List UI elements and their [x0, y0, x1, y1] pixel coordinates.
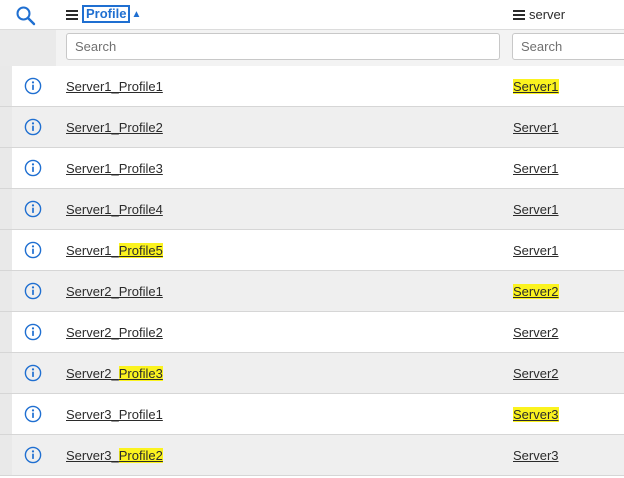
profile-name-text: Server3_Profile1 — [66, 407, 163, 422]
profile-link[interactable]: Server1_Profile5 — [66, 243, 163, 258]
server-link[interactable]: Server1 — [513, 79, 559, 94]
row-gutter — [0, 353, 12, 393]
server-link[interactable]: Server1 — [513, 202, 559, 217]
info-icon[interactable] — [24, 405, 42, 423]
server-search-input[interactable] — [512, 33, 624, 60]
profile-name-text: Server2_Profile1 — [66, 284, 163, 299]
info-icon[interactable] — [24, 200, 42, 218]
profile-link[interactable]: Server3_Profile1 — [66, 407, 163, 422]
table-row: Server1_Profile2 Server1 — [0, 107, 624, 148]
row-gutter — [0, 435, 12, 475]
sort-ascending-icon[interactable]: ▲ — [131, 9, 141, 20]
table-row: Server1_Profile1 Server1 — [0, 66, 624, 107]
profile-name-text: Server3_ — [66, 448, 119, 463]
profile-search-input[interactable] — [66, 33, 500, 60]
profile-name-text: Server1_Profile2 — [66, 120, 163, 135]
profile-name-highlight: Profile5 — [118, 243, 163, 258]
profile-column-header[interactable]: Profile ▲ — [66, 5, 141, 23]
filter-gutter — [0, 30, 56, 66]
info-icon[interactable] — [24, 282, 42, 300]
hamburger-icon[interactable] — [66, 9, 78, 20]
info-icon[interactable] — [24, 446, 42, 464]
server-link[interactable]: Server3 — [513, 448, 559, 463]
info-icon[interactable] — [24, 159, 42, 177]
profile-link[interactable]: Server1_Profile4 — [66, 202, 163, 217]
row-gutter — [0, 189, 12, 229]
table-row: Server2_Profile2 Server2 — [0, 312, 624, 353]
profile-list: Profile ▲ server Server1_Profile1Server1… — [0, 0, 624, 478]
info-icon[interactable] — [24, 118, 42, 136]
profile-link[interactable]: Server1_Profile2 — [66, 120, 163, 135]
profile-name-highlight: Profile3 — [118, 366, 163, 381]
row-gutter — [0, 394, 12, 434]
profile-name-text: Server1_Profile3 — [66, 161, 163, 176]
server-link[interactable]: Server1 — [513, 243, 559, 258]
profile-name-text: Server1_Profile4 — [66, 202, 163, 217]
column-header-row: Profile ▲ server — [0, 0, 624, 30]
profile-column-label[interactable]: Profile — [82, 5, 131, 23]
row-gutter — [0, 312, 12, 352]
profile-name-text: Server2_ — [66, 366, 119, 381]
server-link[interactable]: Server1 — [513, 161, 559, 176]
server-link[interactable]: Server2 — [513, 325, 559, 340]
profile-name-text: Server1_ — [66, 243, 119, 258]
server-column-label[interactable]: server — [529, 7, 565, 22]
profile-link[interactable]: Server2_Profile3 — [66, 366, 163, 381]
row-gutter — [0, 271, 12, 311]
profile-link[interactable]: Server1_Profile3 — [66, 161, 163, 176]
profile-link[interactable]: Server1_Profile1 — [66, 79, 163, 94]
profile-name-highlight: Profile2 — [118, 448, 163, 463]
table-row: Server2_Profile1 Server2 — [0, 271, 624, 312]
table-body: Server1_Profile1 Server1 Server1_Profile2 S… — [0, 66, 624, 476]
profile-link[interactable]: Server2_Profile2 — [66, 325, 163, 340]
profile-name-text: Server2_Profile2 — [66, 325, 163, 340]
hamburger-icon[interactable] — [513, 9, 525, 20]
row-gutter — [0, 230, 12, 270]
table-row: Server2_Profile3 Server2 — [0, 353, 624, 394]
search-icon[interactable] — [14, 4, 38, 28]
profile-name-text: Server1_Profile1 — [66, 79, 163, 94]
info-icon[interactable] — [24, 323, 42, 341]
table-row: Server1_Profile3 Server1 — [0, 148, 624, 189]
filter-row — [0, 30, 624, 67]
table-row: Server1_Profile4 Server1 — [0, 189, 624, 230]
row-gutter — [0, 107, 12, 147]
row-gutter — [0, 148, 12, 188]
info-icon[interactable] — [24, 241, 42, 259]
server-column-header[interactable]: server — [513, 5, 565, 23]
server-link[interactable]: Server1 — [513, 120, 559, 135]
table-row: Server1_Profile5 Server1 — [0, 230, 624, 271]
server-link[interactable]: Server2 — [513, 366, 559, 381]
profile-link[interactable]: Server3_Profile2 — [66, 448, 163, 463]
server-link[interactable]: Server3 — [513, 407, 559, 422]
table-row: Server3_Profile2 Server3 — [0, 435, 624, 476]
row-gutter — [0, 66, 12, 106]
info-icon[interactable] — [24, 364, 42, 382]
profile-link[interactable]: Server2_Profile1 — [66, 284, 163, 299]
info-icon[interactable] — [24, 77, 42, 95]
server-link[interactable]: Server2 — [513, 284, 559, 299]
table-row: Server3_Profile1 Server3 — [0, 394, 624, 435]
